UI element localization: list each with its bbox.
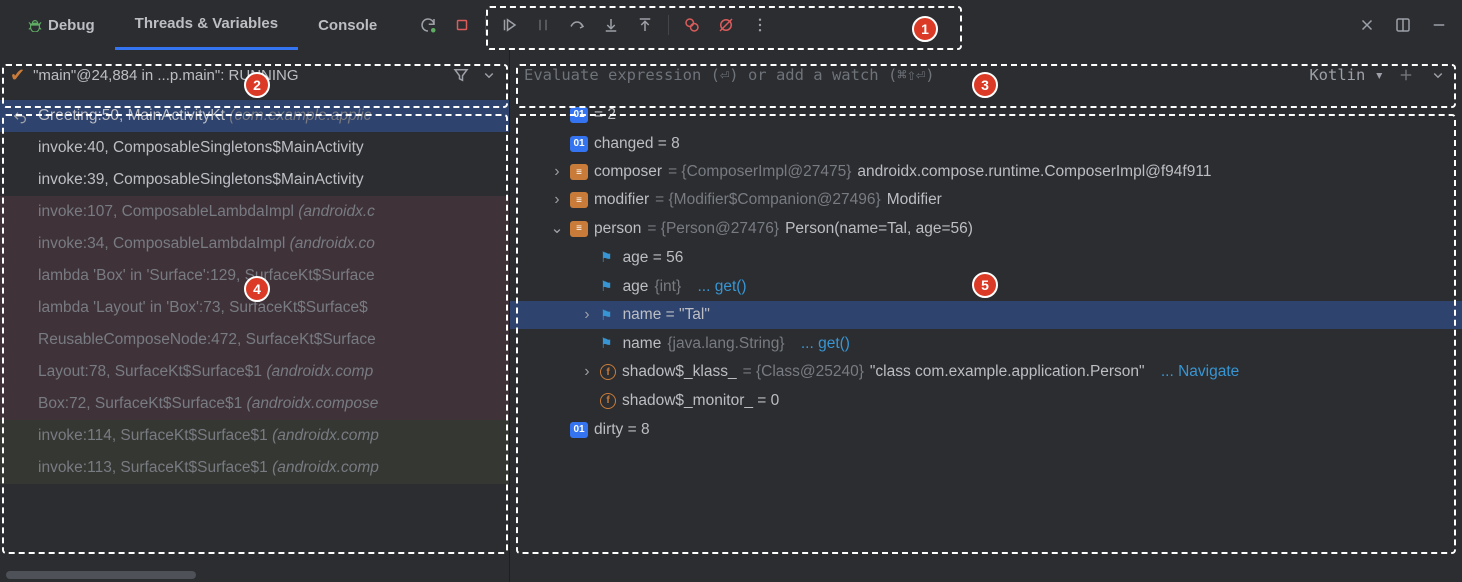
- frame-row[interactable]: Box:72, SurfaceKt$Surface$1 (androidx.co…: [0, 388, 509, 420]
- variable-row[interactable]: ▸01 changed = 8: [510, 129, 1462, 158]
- chevron-down-icon[interactable]: [1428, 63, 1448, 87]
- frame-row[interactable]: Greeting:50, MainActivityKt (com.example…: [0, 100, 509, 132]
- pause-button[interactable]: [528, 10, 558, 40]
- step-over-button[interactable]: [562, 10, 592, 40]
- filter-icon[interactable]: [449, 63, 473, 87]
- get-link[interactable]: ... get(): [697, 278, 746, 296]
- debug-top-bar: Debug Threads & Variables Console: [0, 0, 1462, 50]
- variable-row[interactable]: ›≡ modifier = {Modifier$Companion@27496}…: [510, 186, 1462, 214]
- field-icon: f: [600, 364, 616, 380]
- property-icon: ⚑: [600, 307, 613, 324]
- return-icon: [12, 110, 28, 126]
- check-icon: ✔: [10, 65, 25, 86]
- resume-button[interactable]: [494, 10, 524, 40]
- rerun-button[interactable]: [413, 10, 443, 40]
- debug-toolbar: [407, 6, 781, 44]
- tab-threads-variables[interactable]: Threads & Variables: [115, 0, 298, 50]
- variable-row[interactable]: ›f shadow$_klass_ = {Class@25240} "class…: [510, 358, 1462, 386]
- frame-row[interactable]: invoke:40, ComposableSingletons$MainActi…: [0, 132, 509, 164]
- property-icon: ⚑: [600, 278, 613, 295]
- callout-1: 1: [912, 16, 938, 42]
- frame-row[interactable]: invoke:34, ComposableLambdaImpl (android…: [0, 228, 509, 260]
- expand-icon[interactable]: ›: [580, 306, 594, 324]
- more-button[interactable]: [745, 10, 775, 40]
- frame-row[interactable]: invoke:39, ComposableSingletons$MainActi…: [0, 164, 509, 196]
- frames-list[interactable]: Greeting:50, MainActivityKt (com.example…: [0, 100, 509, 582]
- int-icon: 01: [570, 107, 588, 123]
- expand-icon[interactable]: ›: [550, 163, 564, 181]
- minimize-button[interactable]: [1424, 10, 1454, 40]
- int-icon: 01: [570, 422, 588, 438]
- close-panel-button[interactable]: [1352, 10, 1382, 40]
- expand-icon[interactable]: ›: [580, 363, 594, 381]
- variable-row[interactable]: ▸01 dirty = 8: [510, 415, 1462, 444]
- object-icon: ≡: [570, 192, 588, 208]
- chevron-down-icon[interactable]: [479, 63, 499, 87]
- bug-icon: [28, 18, 42, 32]
- variables-pane: Evaluate expression (⏎) or add a watch (…: [510, 50, 1462, 582]
- object-icon: ≡: [570, 164, 588, 180]
- frame-row[interactable]: Layout:78, SurfaceKt$Surface$1 (androidx…: [0, 356, 509, 388]
- variable-row[interactable]: ›≡ composer = {ComposerImpl@27475} andro…: [510, 158, 1462, 186]
- horizontal-scrollbar[interactable]: [6, 571, 196, 579]
- expand-icon[interactable]: ›: [550, 191, 564, 209]
- variable-row[interactable]: ▸⚑ name {java.lang.String} ... get(): [510, 329, 1462, 358]
- frame-row[interactable]: ReusableComposeNode:472, SurfaceKt$Surfa…: [0, 324, 509, 356]
- callout-3: 3: [972, 72, 998, 98]
- add-watch-icon[interactable]: [1394, 63, 1418, 87]
- frames-pane: ✔ "main"@24,884 in ...p.main": RUNNING G…: [0, 50, 510, 582]
- tab-debug[interactable]: Debug: [8, 0, 115, 50]
- frame-row[interactable]: invoke:107, ComposableLambdaImpl (androi…: [0, 196, 509, 228]
- evaluate-placeholder: Evaluate expression (⏎) or add a watch (…: [524, 66, 935, 84]
- property-icon: ⚑: [600, 249, 613, 266]
- variable-row[interactable]: ▸f shadow$_monitor_ = 0: [510, 386, 1462, 415]
- variable-row[interactable]: ▸⚑ age = 56: [510, 243, 1462, 272]
- variable-row[interactable]: ⌄≡ person = {Person@27476} Person(name=T…: [510, 214, 1462, 243]
- tab-console-label: Console: [318, 17, 377, 34]
- frame-row[interactable]: invoke:113, SurfaceKt$Surface$1 (android…: [0, 452, 509, 484]
- get-link[interactable]: ... get(): [801, 335, 850, 353]
- collapse-icon[interactable]: ⌄: [550, 219, 564, 238]
- field-icon: f: [600, 393, 616, 409]
- tab-threads-label: Threads & Variables: [135, 15, 278, 32]
- view-breakpoints-button[interactable]: [677, 10, 707, 40]
- object-icon: ≡: [570, 221, 588, 237]
- tab-console[interactable]: Console: [298, 0, 397, 50]
- property-icon: ⚑: [600, 335, 613, 352]
- window-controls: [1352, 10, 1454, 40]
- frame-row[interactable]: invoke:114, SurfaceKt$Surface$1 (android…: [0, 420, 509, 452]
- step-out-button[interactable]: [630, 10, 660, 40]
- mute-breakpoints-button[interactable]: [711, 10, 741, 40]
- navigate-link[interactable]: ... Navigate: [1161, 363, 1239, 381]
- variable-row[interactable]: ▸01 = 2: [510, 100, 1462, 129]
- tab-debug-label: Debug: [48, 17, 95, 34]
- callout-5: 5: [972, 272, 998, 298]
- step-into-button[interactable]: [596, 10, 626, 40]
- variables-tree[interactable]: ▸01 = 2 ▸01 changed = 8 ›≡ composer = {C…: [510, 100, 1462, 582]
- callout-2: 2: [244, 72, 270, 98]
- layout-button[interactable]: [1388, 10, 1418, 40]
- int-icon: 01: [570, 136, 588, 152]
- language-label[interactable]: Kotlin ▾: [1309, 66, 1384, 84]
- variable-row[interactable]: ›⚑ name = "Tal": [510, 301, 1462, 329]
- callout-4: 4: [244, 276, 270, 302]
- stop-button[interactable]: [447, 10, 477, 40]
